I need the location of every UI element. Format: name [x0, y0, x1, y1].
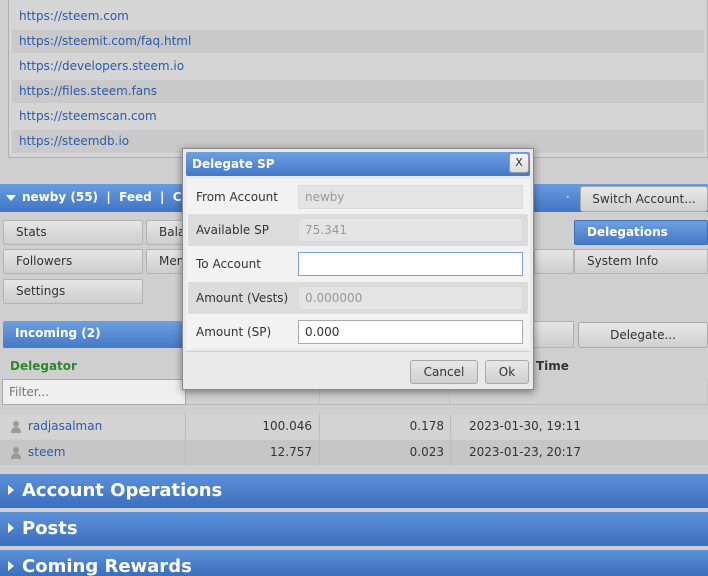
- column-divider: [450, 440, 451, 465]
- section-title: Posts: [22, 518, 78, 539]
- table-row: steem 12.757 0.023 2023-01-23, 20:17: [0, 440, 708, 465]
- section-coming-rewards[interactable]: Coming Rewards: [0, 550, 708, 576]
- tab-settings[interactable]: Settings: [3, 279, 143, 304]
- user-icon: [10, 446, 22, 459]
- table-row: radjasalman 100.046 0.178 2023-01-30, 19…: [0, 414, 708, 439]
- to-account-label: To Account: [196, 257, 261, 271]
- column-header-time[interactable]: Time: [536, 359, 569, 373]
- link-files[interactable]: https://files.steem.fans: [12, 80, 704, 103]
- section-account-operations[interactable]: Account Operations: [0, 474, 708, 508]
- dialog-footer: Cancel Ok: [186, 351, 530, 385]
- tab-incoming[interactable]: Incoming (2): [3, 321, 183, 348]
- tab-system-info[interactable]: System Info: [574, 249, 708, 274]
- dialog-body: From Account newby Available SP 75.341 T…: [186, 179, 530, 349]
- tab-followers[interactable]: Followers: [3, 249, 143, 274]
- chevron-right-icon: [8, 561, 14, 571]
- to-account-input[interactable]: [298, 252, 523, 276]
- section-title: Account Operations: [22, 480, 223, 501]
- links-panel: https://steem.com https://steemit.com/fa…: [8, 0, 708, 158]
- delegator-cell[interactable]: radjasalman: [10, 414, 102, 439]
- available-sp-label: Available SP: [196, 223, 269, 237]
- dialog-title[interactable]: Delegate SP: [186, 152, 530, 176]
- cancel-button[interactable]: Cancel: [410, 360, 478, 384]
- tab-stats[interactable]: Stats: [3, 220, 143, 245]
- sp-cell: 12.757: [270, 445, 312, 459]
- delegator-name: radjasalman: [28, 419, 103, 433]
- vests-cell: 0.178: [409, 419, 444, 433]
- tab-outgoing[interactable]: [530, 321, 574, 348]
- tab-delegations[interactable]: Delegations: [574, 220, 708, 245]
- field-row-from-account: From Account newby: [188, 181, 528, 213]
- close-button[interactable]: X: [509, 153, 529, 173]
- delegate-button[interactable]: Delegate...: [578, 322, 708, 348]
- link-steem-com[interactable]: https://steem.com: [12, 5, 704, 28]
- field-row-amount-sp: Amount (SP) 0.000: [188, 316, 528, 348]
- switch-account-button[interactable]: Switch Account...: [580, 186, 708, 212]
- field-row-to-account: To Account: [188, 248, 528, 280]
- ok-button[interactable]: Ok: [485, 360, 529, 384]
- section-title: Coming Rewards: [22, 556, 192, 576]
- amount-vests-label: Amount (Vests): [196, 291, 289, 305]
- chevron-right-icon: [8, 485, 14, 495]
- amount-vests-field: 0.000000: [298, 286, 523, 310]
- link-steemscan[interactable]: https://steemscan.com: [12, 105, 704, 128]
- link-steemit-faq[interactable]: https://steemit.com/faq.html: [12, 30, 704, 53]
- vests-cell: 0.023: [409, 445, 444, 459]
- from-account-field: newby: [298, 185, 523, 209]
- account-bar-separator: ·: [566, 190, 570, 204]
- sp-cell: 100.046: [262, 419, 312, 433]
- time-cell: 2023-01-23, 20:17: [469, 445, 581, 459]
- tab-menu2[interactable]: Men: [146, 249, 186, 274]
- column-divider: [450, 414, 451, 439]
- tab-balances[interactable]: Bala: [146, 220, 186, 245]
- field-row-amount-vests: Amount (Vests) 0.000000: [188, 282, 528, 314]
- available-sp-field: 75.341: [298, 218, 523, 242]
- delegator-name: steem: [28, 445, 66, 459]
- time-cell: 2023-01-30, 19:11: [469, 419, 581, 433]
- chevron-right-icon: [8, 523, 14, 533]
- delegator-cell[interactable]: steem: [10, 440, 65, 465]
- amount-sp-label: Amount (SP): [196, 325, 272, 339]
- from-account-label: From Account: [196, 190, 278, 204]
- field-row-available-sp: Available SP 75.341: [188, 214, 528, 246]
- link-developers[interactable]: https://developers.steem.io: [12, 55, 704, 78]
- column-header-delegator[interactable]: Delegator: [10, 359, 77, 373]
- filter-input[interactable]: [2, 379, 186, 405]
- user-icon: [10, 420, 22, 433]
- delegate-sp-dialog: Delegate SP X From Account newby Availab…: [182, 148, 534, 390]
- chevron-down-icon: [6, 194, 16, 201]
- tab-hidden[interactable]: [534, 249, 574, 274]
- section-posts[interactable]: Posts: [0, 512, 708, 546]
- amount-sp-input[interactable]: 0.000: [298, 320, 523, 344]
